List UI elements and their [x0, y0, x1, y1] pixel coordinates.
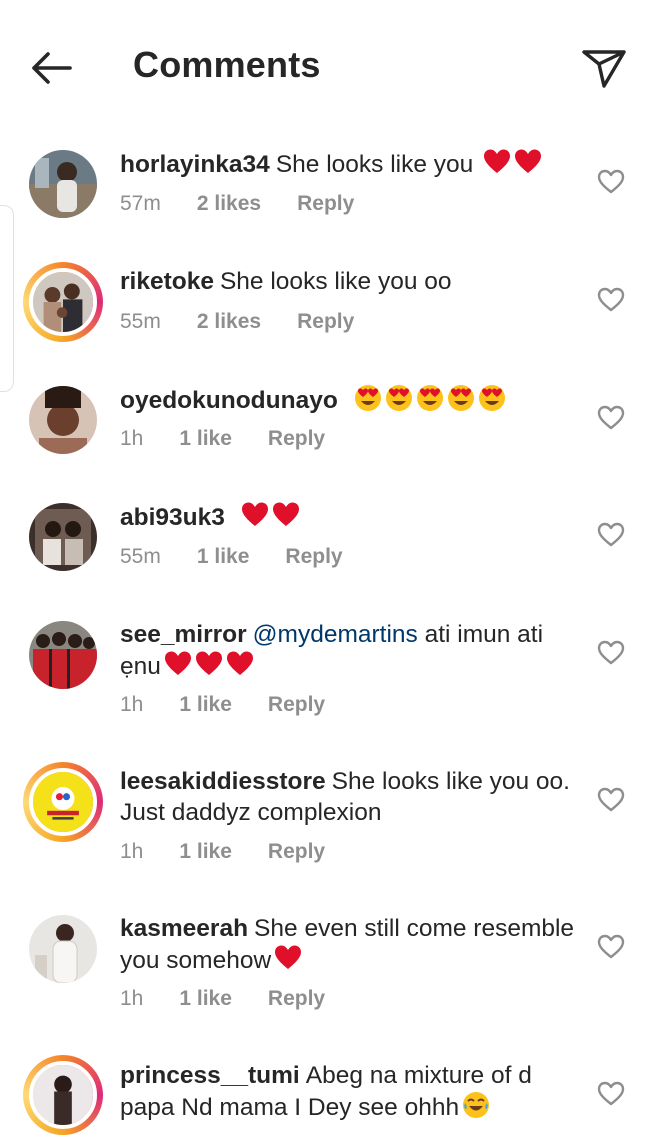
comment-time: 1h: [120, 840, 144, 863]
avatar[interactable]: [23, 762, 103, 842]
heart-outline-icon[interactable]: [597, 934, 625, 960]
avatar[interactable]: [23, 615, 103, 695]
comment-time: 57m: [120, 192, 161, 215]
red-heart-emoji: [514, 148, 542, 176]
comment-username[interactable]: horlayinka34: [120, 151, 270, 178]
comment-username[interactable]: leesakiddiesstore: [120, 768, 326, 795]
comment-likes[interactable]: 1 like: [179, 987, 232, 1011]
heart-outline-icon[interactable]: [597, 169, 625, 195]
reply-button[interactable]: Reply: [297, 192, 354, 216]
comment-time: 55m: [120, 310, 161, 333]
reply-button[interactable]: Reply: [285, 545, 342, 569]
send-icon[interactable]: [580, 44, 628, 92]
side-handle[interactable]: [0, 205, 14, 392]
comment-likes[interactable]: 1 like: [197, 545, 250, 569]
heart-eyes-emoji: [416, 384, 444, 412]
reply-button[interactable]: Reply: [268, 840, 325, 864]
avatar[interactable]: [23, 380, 103, 460]
reply-button[interactable]: Reply: [297, 310, 354, 334]
comment-likes[interactable]: 1 like: [179, 693, 232, 717]
avatar[interactable]: [23, 909, 103, 989]
comment-username[interactable]: princess__tumi: [120, 1062, 300, 1089]
heart-eyes-emoji: [354, 384, 382, 412]
avatar[interactable]: [23, 497, 103, 577]
heart-outline-icon[interactable]: [597, 787, 625, 813]
red-heart-emoji: [226, 650, 254, 678]
comment-time: 55m: [120, 545, 161, 568]
reply-button[interactable]: Reply: [268, 427, 325, 451]
red-heart-emoji: [483, 148, 511, 176]
comment-mention[interactable]: @mydemartins: [253, 621, 418, 648]
header: Comments: [0, 0, 662, 132]
avatar[interactable]: [23, 1055, 103, 1135]
comment-username[interactable]: abi93uk3: [120, 504, 225, 531]
red-heart-emoji: [241, 501, 269, 529]
comment-text: She looks like you oo: [219, 268, 452, 295]
comment-likes[interactable]: 2 likes: [197, 310, 261, 334]
heart-outline-icon[interactable]: [597, 640, 625, 666]
red-heart-emoji: [164, 650, 192, 678]
page-title: Comments: [133, 44, 321, 85]
tears-of-joy-emoji: [462, 1091, 490, 1119]
reply-button[interactable]: Reply: [268, 693, 325, 717]
comment-text: She looks like you: [275, 151, 474, 178]
comment-username[interactable]: see_mirror: [120, 621, 247, 648]
comment-username[interactable]: oyedokunodunayo: [120, 387, 338, 414]
red-heart-emoji: [195, 650, 223, 678]
comment-time: 1h: [120, 427, 144, 450]
heart-eyes-emoji: [385, 384, 413, 412]
reply-button[interactable]: Reply: [268, 987, 325, 1011]
comment-likes[interactable]: 1 like: [179, 427, 232, 451]
red-heart-emoji: [272, 501, 300, 529]
heart-outline-icon[interactable]: [597, 405, 625, 431]
avatar[interactable]: [23, 144, 103, 224]
heart-outline-icon[interactable]: [597, 1081, 625, 1107]
comment-likes[interactable]: 2 likes: [197, 192, 261, 216]
heart-outline-icon[interactable]: [597, 287, 625, 313]
comment-time: 1h: [120, 693, 144, 716]
heart-outline-icon[interactable]: [597, 522, 625, 548]
comment-username[interactable]: riketoke: [120, 268, 214, 295]
red-heart-emoji: [274, 944, 302, 972]
comment-username[interactable]: kasmeerah: [120, 915, 248, 942]
back-arrow-icon[interactable]: [26, 44, 78, 92]
heart-eyes-emoji: [447, 384, 475, 412]
heart-eyes-emoji: [478, 384, 506, 412]
comment-time: 1h: [120, 987, 144, 1010]
avatar[interactable]: [23, 262, 103, 342]
comment-likes[interactable]: 1 like: [179, 840, 232, 864]
